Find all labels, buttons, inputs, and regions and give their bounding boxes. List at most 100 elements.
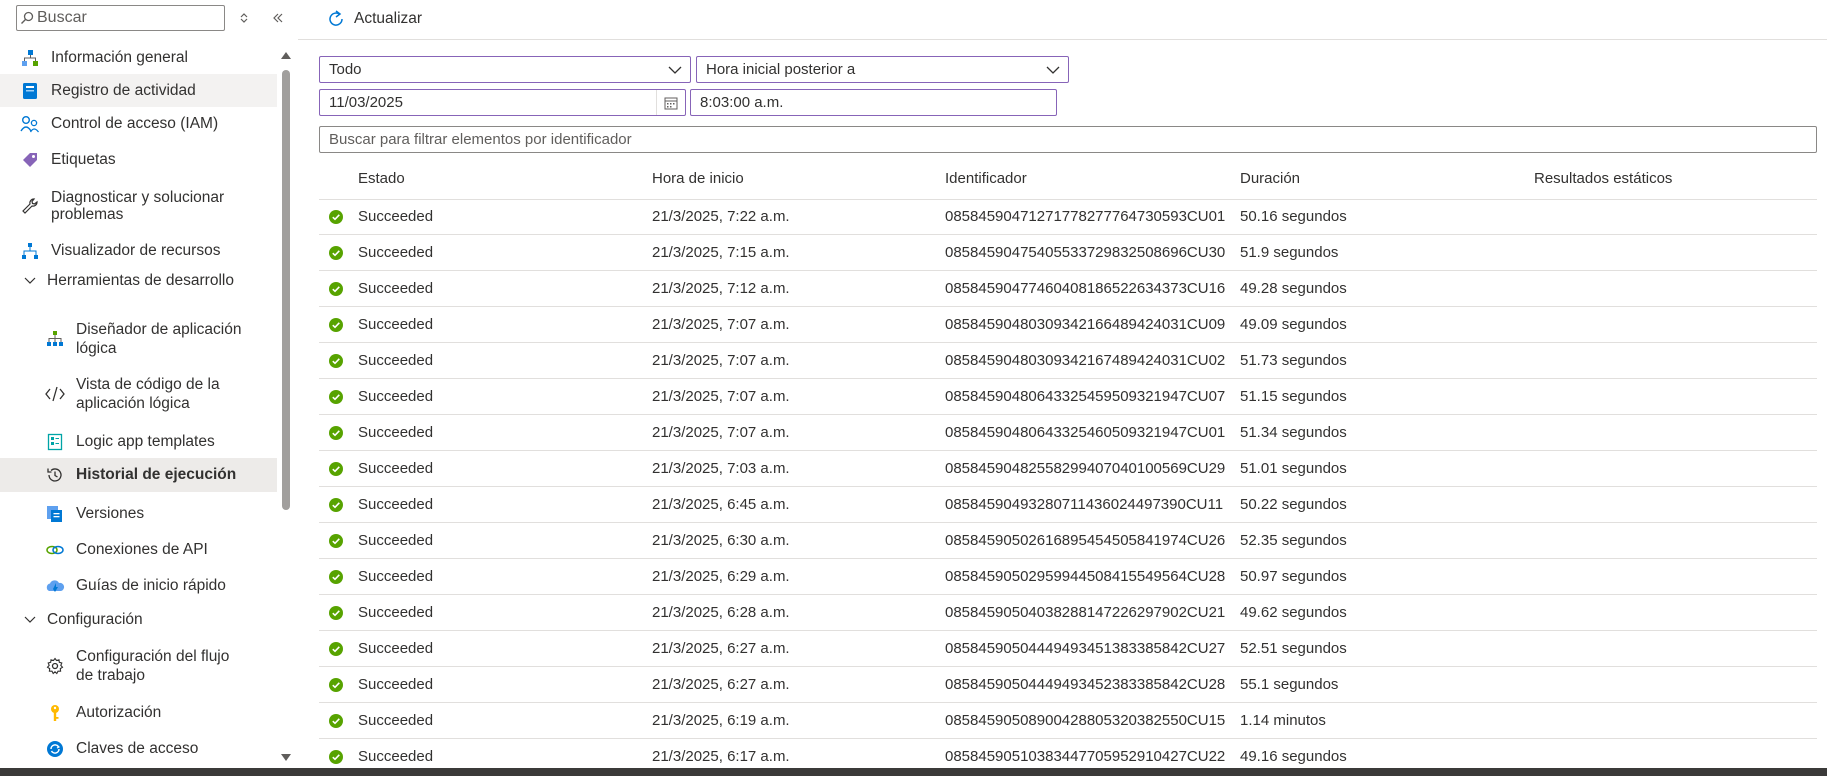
cell-start-time: 21/3/2025, 7:15 a.m. — [652, 244, 790, 261]
menu-item-tags[interactable]: Etiquetas — [0, 144, 277, 176]
table-row[interactable]: Succeeded 21/3/2025, 6:28 a.m. 08584590504… — [319, 595, 1817, 631]
time-filter-dropdown[interactable]: Hora inicial posterior a — [696, 56, 1069, 83]
success-check-icon — [329, 354, 343, 368]
cell-start-time: 21/3/2025, 6:28 a.m. — [652, 604, 790, 621]
api-connections-icon — [44, 539, 66, 561]
cell-start-time: 21/3/2025, 7:07 a.m. — [652, 388, 790, 405]
cell-identifier[interactable]: 08584590502616895454505841974CU26 — [945, 532, 1225, 549]
cell-duration: 50.97 segundos — [1240, 568, 1347, 585]
column-header-start-time[interactable]: Hora de inicio — [652, 170, 744, 187]
menu-item-overview[interactable]: Información general — [0, 43, 277, 73]
cell-identifier[interactable]: 08584590480643325460509321947CU01 — [945, 424, 1225, 441]
cell-identifier[interactable]: 08584590477460408186522634373CU16 — [945, 280, 1225, 297]
cell-status: Succeeded — [358, 712, 434, 729]
menu-item-code-view[interactable]: Vista de código de la aplicación lógica — [0, 374, 277, 414]
table-row[interactable]: Succeeded 21/3/2025, 6:27 a.m. 08584590504… — [319, 631, 1817, 667]
menu-item-iam[interactable]: Control de acceso (IAM) — [0, 108, 277, 140]
cell-identifier[interactable]: 08584590502959944508415549564CU28 — [945, 568, 1225, 585]
history-icon — [44, 464, 66, 486]
cell-status: Succeeded — [358, 568, 434, 585]
cell-identifier[interactable]: 08584590482558299407040100569CU29 — [945, 460, 1225, 477]
menu-search-box[interactable] — [16, 5, 225, 31]
cell-status: Succeeded — [358, 388, 434, 405]
scroll-down-icon[interactable] — [280, 752, 292, 762]
activity-log-icon — [19, 80, 41, 102]
table-row[interactable]: Succeeded 21/3/2025, 7:07 a.m. 08584590480… — [319, 415, 1817, 451]
column-header-identifier[interactable]: Identificador — [945, 170, 1027, 187]
table-row[interactable]: Succeeded 21/3/2025, 7:07 a.m. 08584590480… — [319, 307, 1817, 343]
collapse-menu-icon[interactable] — [268, 8, 288, 28]
menu-item-versions[interactable]: Versiones — [0, 499, 277, 529]
menu-group-settings[interactable]: Configuración — [0, 605, 277, 635]
identifier-search-input[interactable] — [319, 126, 1817, 153]
column-header-status[interactable]: Estado — [358, 170, 405, 187]
cell-duration: 51.9 segundos — [1240, 244, 1339, 261]
success-check-icon — [329, 498, 343, 512]
cell-identifier[interactable]: 08584590508900428805320382550CU15 — [945, 712, 1225, 729]
resource-menu: Información general Registro de activida… — [0, 0, 298, 766]
menu-item-authorization[interactable]: Autorización — [0, 698, 277, 728]
column-header-duration[interactable]: Duración — [1240, 170, 1300, 187]
cell-status: Succeeded — [358, 532, 434, 549]
cell-status: Succeeded — [358, 316, 434, 333]
menu-scrollbar[interactable] — [280, 44, 292, 766]
refresh-button[interactable]: Actualizar — [326, 8, 422, 30]
menu-group-dev-tools[interactable]: Herramientas de desarrollo — [0, 266, 277, 296]
cell-identifier[interactable]: 08584590510383447705952910427CU22 — [945, 748, 1225, 765]
cell-identifier[interactable]: 08584590475405533729832508696CU30 — [945, 244, 1225, 261]
table-row[interactable]: Succeeded 21/3/2025, 7:15 a.m. 08584590475… — [319, 235, 1817, 271]
menu-item-resource-visualizer[interactable]: Visualizador de recursos — [0, 236, 277, 266]
cell-identifier[interactable]: 08584590471271778277764730593CU01 — [945, 208, 1225, 225]
menu-item-templates[interactable]: Logic app templates — [0, 427, 277, 457]
success-check-icon — [329, 282, 343, 296]
cell-status: Succeeded — [358, 496, 434, 513]
table-row[interactable]: Succeeded 21/3/2025, 7:12 a.m. 08584590477… — [319, 271, 1817, 307]
cell-duration: 51.15 segundos — [1240, 388, 1347, 405]
table-row[interactable]: Succeeded 21/3/2025, 7:07 a.m. 08584590480… — [319, 379, 1817, 415]
cell-start-time: 21/3/2025, 7:22 a.m. — [652, 208, 790, 225]
menu-item-quickstart[interactable]: Guías de inicio rápido — [0, 571, 277, 601]
menu-item-access-keys[interactable]: Claves de acceso — [0, 734, 277, 764]
cell-start-time: 21/3/2025, 6:27 a.m. — [652, 640, 790, 657]
cell-identifier[interactable]: 08584590493280711436024497390CU11 — [945, 496, 1223, 513]
success-check-icon — [329, 570, 343, 584]
table-row[interactable]: Succeeded 21/3/2025, 7:03 a.m. 08584590482… — [319, 451, 1817, 487]
menu-item-diagnose[interactable]: Diagnosticar y solucionar problemas — [0, 187, 277, 225]
status-filter-dropdown[interactable]: Todo — [319, 56, 691, 83]
start-date-picker[interactable]: 11/03/2025 — [319, 89, 686, 116]
table-row[interactable]: Succeeded 21/3/2025, 6:27 a.m. 08584590504… — [319, 667, 1817, 703]
cell-duration: 49.16 segundos — [1240, 748, 1347, 765]
cell-duration: 51.34 segundos — [1240, 424, 1347, 441]
cell-duration: 52.51 segundos — [1240, 640, 1347, 657]
table-row[interactable]: Succeeded 21/3/2025, 6:19 a.m. 08584590508… — [319, 703, 1817, 739]
calendar-icon[interactable] — [656, 90, 685, 115]
cell-identifier[interactable]: 08584590480643325459509321947CU07 — [945, 388, 1225, 405]
table-row[interactable]: Succeeded 21/3/2025, 6:30 a.m. 08584590502… — [319, 523, 1817, 559]
cell-start-time: 21/3/2025, 7:07 a.m. — [652, 424, 790, 441]
table-row[interactable]: Succeeded 21/3/2025, 6:29 a.m. 08584590502… — [319, 559, 1817, 595]
menu-search-input[interactable] — [37, 9, 217, 27]
cell-identifier[interactable]: 08584590480309342167489424031CU02 — [945, 352, 1225, 369]
refresh-icon — [326, 9, 346, 29]
table-row[interactable]: Succeeded 21/3/2025, 7:07 a.m. 08584590480… — [319, 343, 1817, 379]
scroll-up-icon[interactable] — [280, 50, 292, 60]
success-check-icon — [329, 210, 343, 224]
menu-item-workflow-settings[interactable]: Configuración del flujo de trabajo — [0, 646, 277, 686]
cell-identifier[interactable]: 08584590480309342166489424031CU09 — [945, 316, 1225, 333]
scroll-thumb[interactable] — [282, 70, 290, 510]
cell-identifier[interactable]: 08584590504449493451383385842CU27 — [945, 640, 1225, 657]
menu-item-api-connections[interactable]: Conexiones de API — [0, 535, 277, 565]
column-header-static-results[interactable]: Resultados estáticos — [1534, 170, 1672, 187]
table-row[interactable]: Succeeded 21/3/2025, 6:45 a.m. 08584590493… — [319, 487, 1817, 523]
cell-identifier[interactable]: 08584590504449493452383385842CU28 — [945, 676, 1225, 693]
start-time-input[interactable]: 8:03:00 a.m. — [690, 89, 1057, 116]
tag-icon — [19, 149, 41, 171]
table-row[interactable]: Succeeded 21/3/2025, 7:22 a.m. 08584590471… — [319, 199, 1817, 235]
menu-item-designer[interactable]: Diseñador de aplicación lógica — [0, 319, 277, 359]
menu-item-run-history[interactable]: Historial de ejecución — [0, 458, 277, 492]
menu-item-activity-log[interactable]: Registro de actividad — [0, 74, 277, 107]
cell-status: Succeeded — [358, 352, 434, 369]
expand-collapse-icon[interactable] — [234, 8, 254, 28]
cell-start-time: 21/3/2025, 6:19 a.m. — [652, 712, 790, 729]
cell-identifier[interactable]: 08584590504038288147226297902CU21 — [945, 604, 1225, 621]
